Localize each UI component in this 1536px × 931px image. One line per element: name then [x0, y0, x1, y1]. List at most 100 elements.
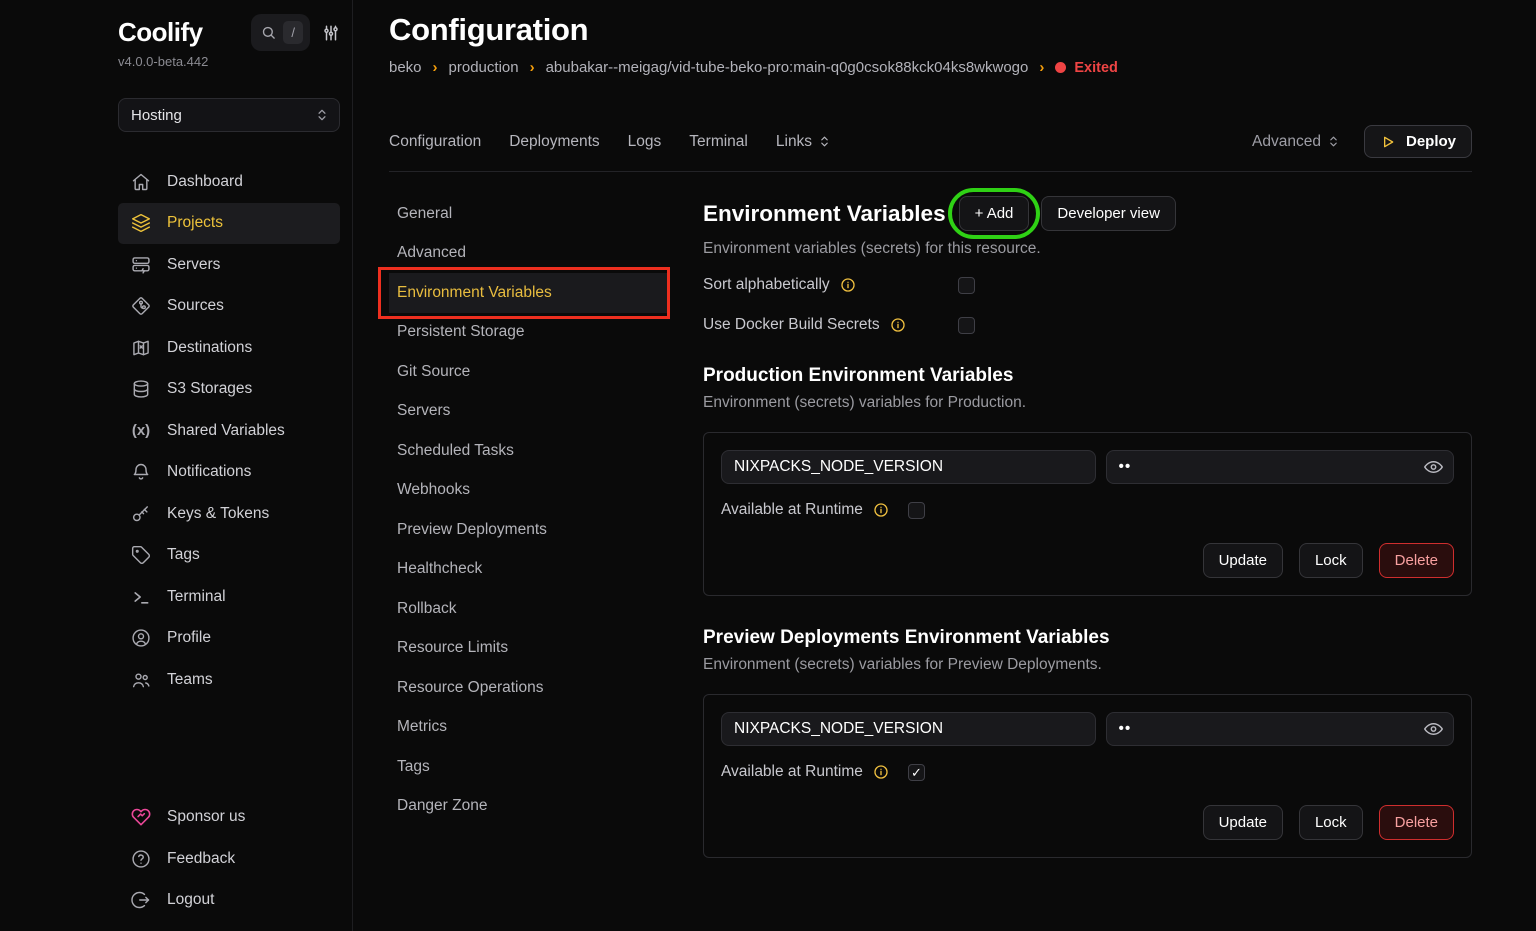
sidebar-item-servers[interactable]: Servers	[118, 244, 340, 286]
sidebar-item-s3-storages[interactable]: S3 Storages	[118, 369, 340, 411]
sidebar-item-label: Logout	[167, 891, 214, 909]
subnav-item-servers[interactable]: Servers	[389, 392, 668, 432]
update-button[interactable]: Update	[1203, 543, 1283, 578]
subnav-item-rollback[interactable]: Rollback	[389, 589, 668, 629]
sidebar-item-profile[interactable]: Profile	[118, 618, 340, 660]
sidebar-item-label: Sponsor us	[167, 808, 245, 826]
sidebar-item-logout[interactable]: Logout	[118, 880, 340, 922]
env-variable-card: Available at Runtime Update Lock Delete	[703, 694, 1472, 858]
subnav-item-danger-zone[interactable]: Danger Zone	[389, 787, 668, 827]
sidebar-nav: Dashboard Projects Servers Sources Desti…	[118, 161, 340, 701]
users-icon	[130, 670, 152, 690]
env-variable-card: Available at Runtime Update Lock Delete	[703, 432, 1472, 596]
info-icon[interactable]	[873, 502, 889, 518]
sidebar-item-feedback[interactable]: Feedback	[118, 838, 340, 880]
lock-button[interactable]: Lock	[1299, 805, 1363, 840]
subnav-item-resource-limits[interactable]: Resource Limits	[389, 629, 668, 669]
subnav-item-advanced[interactable]: Advanced	[389, 234, 668, 274]
chevron-right-icon: ›	[1039, 59, 1044, 76]
tabs-actions: Advanced Deploy	[1252, 125, 1472, 158]
eye-icon[interactable]	[1423, 719, 1444, 740]
docker-build-secrets-checkbox[interactable]	[958, 317, 975, 334]
sidebar-item-destinations[interactable]: Destinations	[118, 327, 340, 369]
search-button[interactable]: /	[251, 14, 310, 51]
sort-alphabetically-checkbox[interactable]	[958, 277, 975, 294]
variable-name-input[interactable]	[721, 450, 1096, 484]
tab-configuration[interactable]: Configuration	[389, 133, 481, 151]
bell-icon	[130, 462, 152, 482]
toggle-label: Use Docker Build Secrets	[703, 316, 880, 334]
tab-logs[interactable]: Logs	[628, 133, 662, 151]
breadcrumb-environment[interactable]: production	[449, 59, 519, 76]
search-shortcut-key: /	[283, 21, 303, 44]
subnav-item-scheduled-tasks[interactable]: Scheduled Tasks	[389, 431, 668, 471]
deploy-button[interactable]: Deploy	[1364, 125, 1472, 158]
sliders-icon[interactable]	[322, 24, 340, 42]
sidebar-item-label: Profile	[167, 629, 211, 647]
team-select[interactable]: Hosting	[118, 98, 340, 132]
variable-value-input[interactable]	[1106, 712, 1455, 746]
sidebar-footer: Sponsor us Feedback Logout	[118, 797, 340, 922]
sidebar-item-sources[interactable]: Sources	[118, 286, 340, 328]
subnav-item-git-source[interactable]: Git Source	[389, 352, 668, 392]
info-icon[interactable]	[840, 277, 856, 293]
info-icon[interactable]	[890, 317, 906, 333]
developer-view-button[interactable]: Developer view	[1041, 196, 1176, 231]
tabs-row: Configuration Deployments Logs Terminal …	[389, 125, 1472, 158]
settings-subnav: General Advanced Environment Variables P…	[389, 194, 703, 931]
variable-icon: (x)	[130, 422, 152, 439]
info-icon[interactable]	[873, 764, 889, 780]
subnav-item-webhooks[interactable]: Webhooks	[389, 471, 668, 511]
layers-icon	[130, 213, 152, 233]
subnav-item-metrics[interactable]: Metrics	[389, 708, 668, 748]
available-at-runtime-row: Available at Runtime	[721, 763, 1454, 781]
section-subtitle: Environment (secrets) variables for Prev…	[703, 656, 1472, 674]
chevrons-up-down-icon	[818, 135, 831, 148]
runtime-label: Available at Runtime	[721, 501, 863, 519]
subnav-item-healthcheck[interactable]: Healthcheck	[389, 550, 668, 590]
lock-button[interactable]: Lock	[1299, 543, 1363, 578]
section-title: Production Environment Variables	[703, 365, 1472, 387]
update-button[interactable]: Update	[1203, 805, 1283, 840]
sidebar-item-tags[interactable]: Tags	[118, 535, 340, 577]
tab-links[interactable]: Links	[776, 133, 831, 151]
tab-deployments[interactable]: Deployments	[509, 133, 599, 151]
available-at-runtime-checkbox[interactable]	[908, 502, 925, 519]
home-icon	[130, 172, 152, 192]
help-circle-icon	[130, 849, 152, 869]
subnav-item-environment-variables[interactable]: Environment Variables	[389, 273, 668, 313]
sidebar-item-dashboard[interactable]: Dashboard	[118, 161, 340, 203]
subnav-item-preview-deployments[interactable]: Preview Deployments	[389, 510, 668, 550]
subnav-item-resource-operations[interactable]: Resource Operations	[389, 668, 668, 708]
sidebar-item-sponsor[interactable]: Sponsor us	[118, 797, 340, 839]
heart-hands-icon	[130, 807, 152, 827]
breadcrumb-resource[interactable]: abubakar--meigag/vid-tube-beko-pro:main-…	[546, 59, 1029, 76]
sidebar-item-teams[interactable]: Teams	[118, 659, 340, 701]
variable-name-input[interactable]	[721, 712, 1096, 746]
add-variable-button[interactable]: + Add	[959, 196, 1030, 231]
sidebar-item-projects[interactable]: Projects	[118, 203, 340, 245]
eye-icon[interactable]	[1423, 457, 1444, 478]
subnav-item-tags[interactable]: Tags	[389, 747, 668, 787]
sidebar-item-terminal[interactable]: Terminal	[118, 576, 340, 618]
main-content: Configuration beko › production › abubak…	[353, 0, 1536, 931]
tab-terminal[interactable]: Terminal	[689, 133, 748, 151]
sidebar-item-shared-variables[interactable]: (x) Shared Variables	[118, 410, 340, 452]
delete-button[interactable]: Delete	[1379, 805, 1454, 840]
key-icon	[130, 504, 152, 524]
sidebar-item-label: Keys & Tokens	[167, 505, 269, 523]
available-at-runtime-checkbox[interactable]	[908, 764, 925, 781]
sidebar-item-label: Projects	[167, 214, 223, 232]
subnav-item-general[interactable]: General	[389, 194, 668, 234]
breadcrumb-project[interactable]: beko	[389, 59, 422, 76]
sidebar-item-notifications[interactable]: Notifications	[118, 452, 340, 494]
page-title: Configuration	[389, 12, 1472, 48]
subnav-item-persistent-storage[interactable]: Persistent Storage	[389, 313, 668, 353]
delete-button[interactable]: Delete	[1379, 543, 1454, 578]
advanced-dropdown[interactable]: Advanced	[1252, 133, 1340, 151]
variable-value-input[interactable]	[1106, 450, 1455, 484]
sidebar-item-keys-tokens[interactable]: Keys & Tokens	[118, 493, 340, 535]
status-dot-icon	[1055, 62, 1066, 73]
tag-icon	[130, 545, 152, 565]
sidebar-item-label: Terminal	[167, 588, 226, 606]
